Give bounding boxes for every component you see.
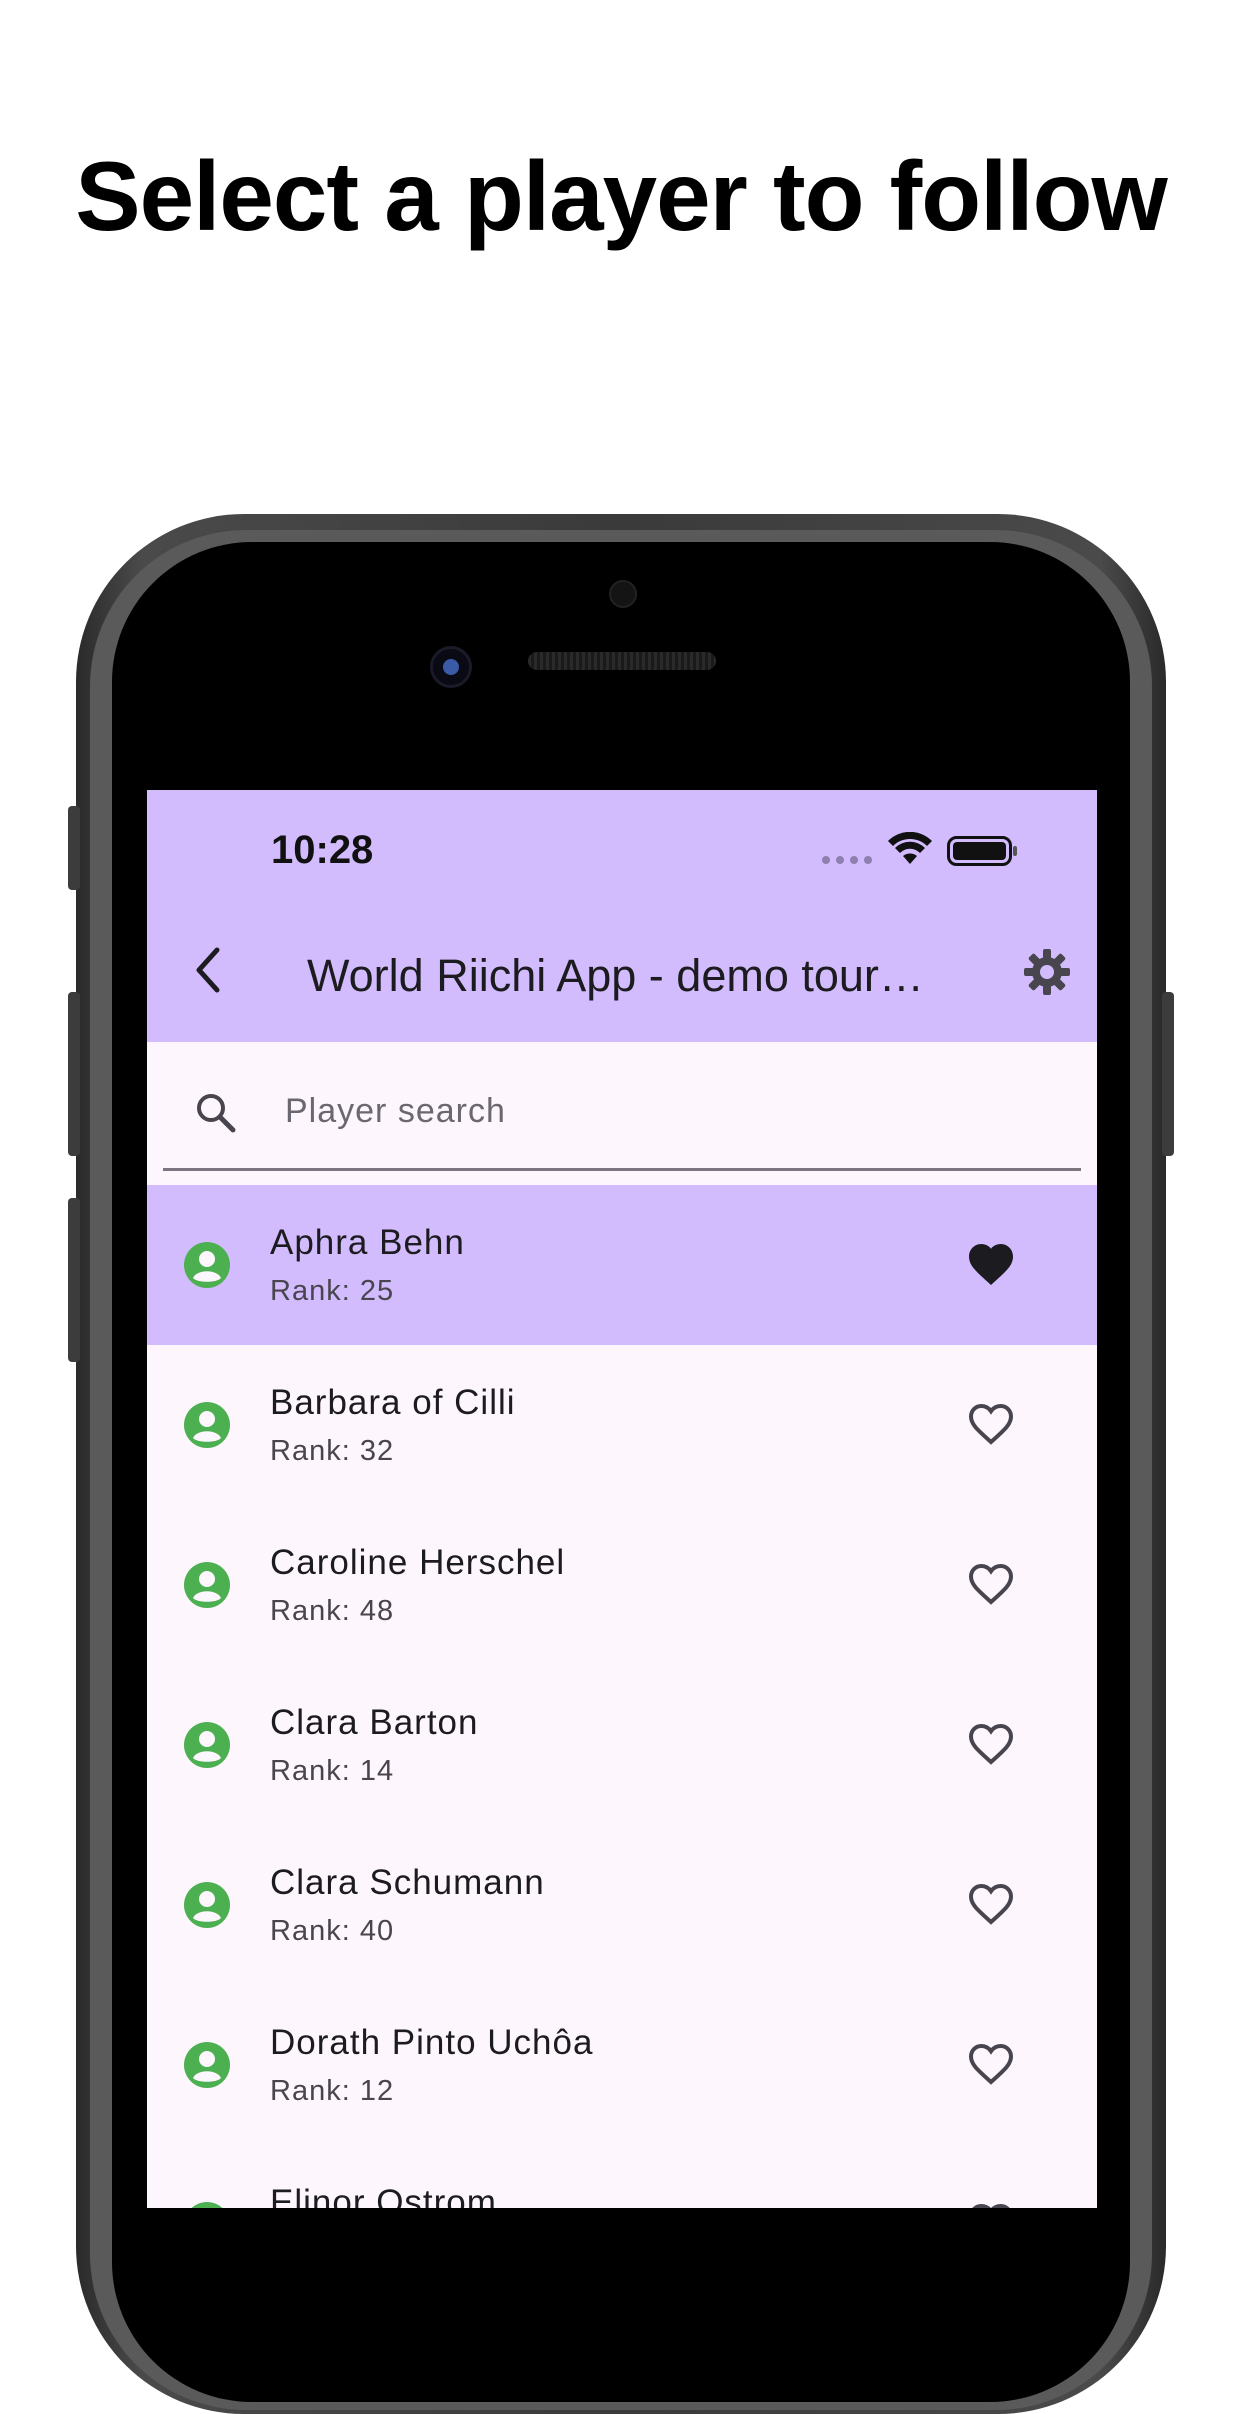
heart-outline-icon[interactable] <box>967 2202 1015 2208</box>
player-row[interactable]: Clara Barton Rank: 14 <box>147 1665 1097 1825</box>
player-row[interactable]: Dorath Pinto Uchôa Rank: 12 <box>147 1985 1097 2145</box>
person-icon <box>184 1882 230 1928</box>
heart-outline-icon[interactable] <box>967 1882 1015 1928</box>
gear-icon <box>1024 949 1070 995</box>
player-name: Elinor Ostrom <box>270 2183 497 2208</box>
phone-power-button <box>1162 992 1174 1156</box>
phone-volume-up <box>68 992 80 1156</box>
player-rank: Rank: 14 <box>270 1755 395 1787</box>
player-name: Clara Barton <box>270 1703 479 1742</box>
heart-outline-icon[interactable] <box>967 1402 1015 1448</box>
earpiece-speaker <box>528 652 716 670</box>
back-button[interactable] <box>187 942 231 998</box>
player-search-field[interactable]: Player search <box>163 1042 1081 1171</box>
player-list: Aphra Behn Rank: 25 Barbara of Cilli Ran… <box>147 1185 1097 2208</box>
status-bar-time: 10:28 <box>271 828 374 872</box>
player-row[interactable]: Caroline Herschel Rank: 48 <box>147 1505 1097 1665</box>
cellular-signal-icon <box>822 856 872 864</box>
player-rank: Rank: 48 <box>270 1595 395 1627</box>
heart-filled-icon[interactable] <box>967 1242 1015 1288</box>
person-icon <box>184 1562 230 1608</box>
player-name: Dorath Pinto Uchôa <box>270 2023 594 2062</box>
page-headline: Select a player to follow <box>75 141 1167 251</box>
battery-icon <box>947 836 1017 866</box>
player-row[interactable]: Clara Schumann Rank: 40 <box>147 1825 1097 1985</box>
heart-outline-icon[interactable] <box>967 1562 1015 1608</box>
heart-outline-icon[interactable] <box>967 2042 1015 2088</box>
phone-volume-down <box>68 1198 80 1362</box>
player-rank: Rank: 25 <box>270 1275 395 1307</box>
app-screen: 10:28 World Riichi App - demo tournament <box>147 790 1097 2208</box>
front-camera <box>430 646 472 688</box>
app-bar: 10:28 World Riichi App - demo tournament <box>147 790 1097 1042</box>
player-rank: Rank: 32 <box>270 1435 395 1467</box>
search-placeholder: Player search <box>285 1092 506 1130</box>
wifi-icon <box>888 832 932 864</box>
search-icon <box>197 1094 236 1133</box>
person-icon <box>191 2202 223 2208</box>
person-icon <box>184 2042 230 2088</box>
player-row[interactable]: Barbara of Cilli Rank: 32 <box>147 1345 1097 1505</box>
chevron-left-icon <box>196 947 220 993</box>
player-rank: Rank: 40 <box>270 1915 395 1947</box>
phone-mute-switch <box>68 806 80 890</box>
heart-outline-icon[interactable] <box>967 1722 1015 1768</box>
player-name: Caroline Herschel <box>270 1543 566 1582</box>
settings-button[interactable] <box>1021 946 1073 998</box>
player-row[interactable]: Aphra Behn Rank: 25 <box>147 1185 1097 1345</box>
person-icon <box>184 1402 230 1448</box>
player-rank: Rank: 12 <box>270 2075 395 2107</box>
proximity-sensor <box>609 580 637 608</box>
person-icon <box>184 1722 230 1768</box>
person-icon <box>184 1242 230 1288</box>
player-name: Clara Schumann <box>270 1863 545 1902</box>
app-bar-title: World Riichi App - demo tournament <box>307 950 947 1001</box>
player-name: Barbara of Cilli <box>270 1383 516 1422</box>
player-name: Aphra Behn <box>270 1223 465 1262</box>
player-row[interactable]: Elinor Ostrom <box>147 2145 1097 2208</box>
